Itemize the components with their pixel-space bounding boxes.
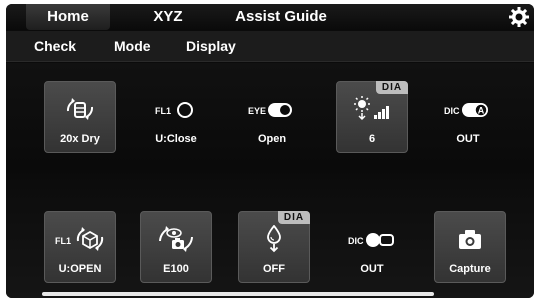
shutter-closed-icon: FL1 — [140, 95, 212, 123]
condenser-label: OFF — [263, 263, 285, 275]
brightness-label: 6 — [368, 133, 376, 145]
capture-button[interactable]: Capture — [434, 211, 506, 283]
objective-label: 20x Dry — [60, 133, 100, 145]
objective-icon — [44, 95, 116, 123]
eye-shutter-button[interactable]: EYE Open — [236, 81, 308, 153]
fl1-cube-label: U:OPEN — [58, 263, 102, 275]
dia-condenser-button[interactable]: DIA OFF — [238, 211, 310, 283]
eye-camera-label: E100 — [163, 263, 189, 275]
dia-badge: DIA — [278, 211, 310, 224]
dia-badge: DIA — [376, 81, 408, 94]
dic-analyzer-icon: DIC A — [432, 95, 504, 123]
fl1-shutter-label: U:Close — [155, 133, 197, 145]
dic-analyzer-button[interactable]: DIC A OUT — [432, 81, 504, 153]
capture-label: Capture — [449, 263, 491, 275]
eye-shutter-label: Open — [257, 133, 287, 145]
subtab-display[interactable]: Display — [186, 31, 236, 62]
horizontal-scrollbar[interactable] — [42, 292, 434, 296]
tab-home[interactable]: Home — [26, 4, 110, 30]
fl1-cube-prefix: FL1 — [55, 236, 71, 246]
dic-analyzer-label: OUT — [456, 133, 480, 145]
control-screen: Home XYZ Assist Guide Check Mode Display… — [6, 4, 534, 298]
dic-slider-icon: DIC — [336, 225, 408, 253]
fl1-prefix: FL1 — [155, 106, 171, 116]
top-nav: Home XYZ Assist Guide — [6, 4, 534, 30]
dic-slider-prefix: DIC — [348, 236, 364, 246]
dic-slider-label: OUT — [360, 263, 384, 275]
svg-text:A: A — [478, 106, 485, 116]
subtab-mode[interactable]: Mode — [114, 31, 151, 62]
dic-slider-button[interactable]: DIC OUT — [336, 211, 408, 283]
fl1-cube-button[interactable]: FL1 U:OPEN — [44, 211, 116, 283]
camera-icon — [434, 225, 506, 253]
eye-camera-button[interactable]: E100 — [140, 211, 212, 283]
sub-nav: Check Mode Display — [6, 31, 534, 62]
subtab-check[interactable]: Check — [34, 31, 76, 62]
control-panel: 20x Dry FL1 U:Close EYE Open DIA 6 DIC A… — [6, 63, 534, 298]
tab-assist-guide[interactable]: Assist Guide — [226, 4, 336, 30]
condenser-drop-icon — [238, 225, 310, 253]
tab-xyz[interactable]: XYZ — [140, 4, 196, 30]
objective-button[interactable]: 20x Dry — [44, 81, 116, 153]
dia-brightness-button[interactable]: DIA 6 — [336, 81, 408, 153]
fl1-shutter-button[interactable]: FL1 U:Close — [140, 81, 212, 153]
gear-icon[interactable] — [508, 6, 530, 28]
toggle-on-icon: EYE — [236, 95, 308, 123]
dic-prefix: DIC — [444, 106, 460, 116]
filter-cube-icon: FL1 — [44, 225, 116, 253]
eye-prefix: EYE — [248, 106, 266, 116]
eye-camera-switch-icon — [140, 225, 212, 253]
brightness-icon — [336, 95, 408, 123]
